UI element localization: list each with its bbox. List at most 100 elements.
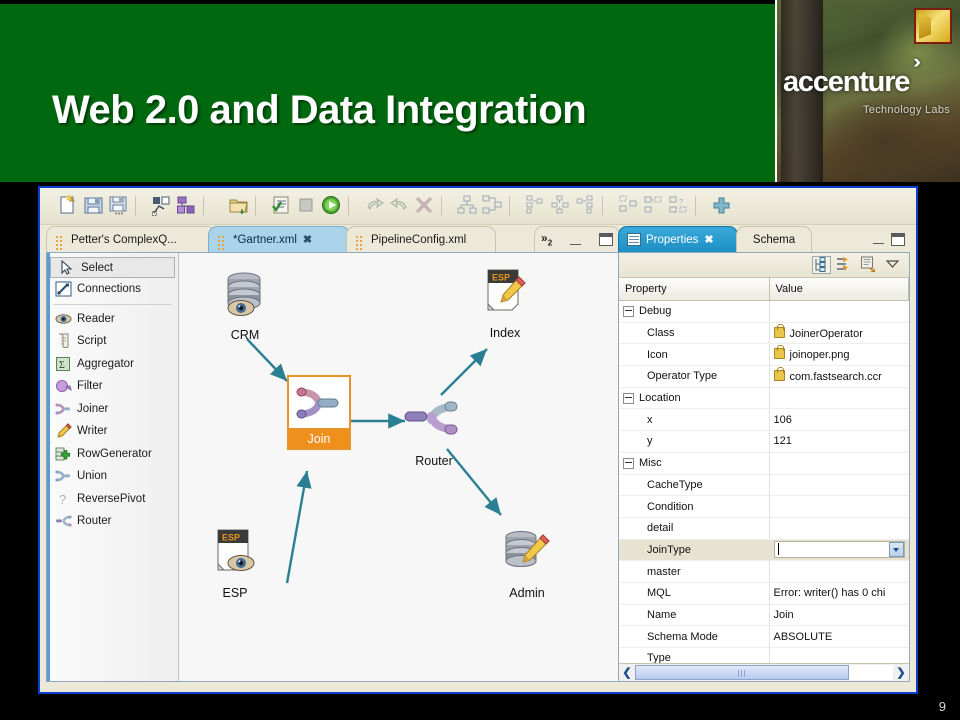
palette-item-rowgenerator[interactable]: RowGenerator (47, 443, 178, 466)
table-row[interactable]: Condition (619, 495, 909, 518)
minimize-icon[interactable] (873, 234, 884, 244)
palette-item-filter[interactable]: Filter (47, 375, 178, 398)
property-value-cell[interactable] (769, 452, 909, 475)
table-row[interactable]: master (619, 560, 909, 583)
diagram-canvas[interactable]: CRM ESP Index Join Router ESP ESP Admin (179, 253, 619, 681)
property-value-cell[interactable]: JoinerOperator (769, 322, 909, 345)
property-value-cell[interactable]: 106 (769, 408, 909, 432)
diagram-node-crm[interactable]: CRM (197, 271, 293, 342)
palette-item-router[interactable]: Router (47, 510, 178, 533)
table-row[interactable]: Name Join (619, 604, 909, 627)
table-row[interactable]: Icon joinoper.png (619, 343, 909, 367)
scroll-left-icon[interactable]: ❮ (619, 665, 635, 680)
table-row[interactable]: MQL Error: writer() has 0 chi (619, 582, 909, 605)
properties-horizontal-scrollbar[interactable]: ❮ ❯ (619, 663, 909, 681)
scrollbar-track[interactable] (635, 665, 893, 680)
view-menu-icon[interactable] (884, 256, 903, 274)
property-name-cell: Condition (619, 495, 770, 518)
palette-item-connections[interactable]: Connections (47, 278, 178, 301)
diagram-node-admin[interactable]: Admin (479, 527, 575, 600)
palette-item-reversepivot[interactable]: ? ReversePivot (47, 488, 178, 511)
diagram-node-router[interactable]: Router (391, 393, 477, 468)
diagram-node-join[interactable]: Join (287, 375, 351, 450)
property-value-cell[interactable] (769, 517, 909, 540)
minimize-icon[interactable] (570, 235, 582, 245)
collapse-twisty-icon[interactable] (623, 305, 634, 317)
property-value-cell[interactable]: com.fastsearch.ccr (769, 365, 909, 388)
table-row[interactable]: y 121 (619, 430, 909, 453)
save-all-icon[interactable] (106, 194, 131, 218)
palette-item-writer[interactable]: Writer (47, 420, 178, 443)
editor-tab-label: PipelineConfig.xml (371, 233, 467, 246)
editor-tab-gartner-xml[interactable]: *Gartner.xml ✖ (208, 226, 350, 254)
palette-item-select[interactable]: Select (50, 257, 175, 278)
table-row[interactable]: Location (619, 387, 909, 410)
table-row[interactable]: Debug (619, 300, 909, 323)
table-row[interactable]: Schema Mode ABSOLUTE (619, 625, 909, 648)
palette-item-script[interactable]: Script (47, 330, 178, 353)
editor-tab-pipelineconfig-xml[interactable]: PipelineConfig.xml (346, 226, 496, 254)
column-header-property[interactable]: Property (619, 278, 770, 301)
collapse-twisty-icon[interactable] (623, 392, 634, 404)
show-advanced-icon[interactable] (836, 256, 855, 274)
table-row[interactable]: Class JoinerOperator (619, 322, 909, 345)
validate-icon[interactable] (269, 194, 294, 218)
scrollbar-thumb[interactable] (635, 665, 850, 680)
palette-item-union[interactable]: Union (47, 465, 178, 488)
property-name-cell: Class (619, 322, 770, 345)
restore-defaults-icon[interactable] (860, 256, 879, 274)
tab-properties[interactable]: Properties ✖ (618, 226, 738, 252)
close-icon[interactable]: ✖ (303, 233, 312, 246)
property-value-cell[interactable]: 121 (769, 430, 909, 453)
router-split-icon (391, 393, 477, 452)
show-categories-icon[interactable] (812, 256, 831, 274)
chevron-down-icon[interactable] (888, 542, 904, 558)
column-header-value[interactable]: Value (769, 278, 909, 301)
table-row[interactable]: detail (619, 517, 909, 540)
table-row[interactable]: CacheType (619, 474, 909, 497)
editor-tab-petters-complexq[interactable]: Petter's ComplexQ... (46, 226, 216, 254)
scroll-right-icon[interactable]: ❯ (893, 665, 909, 680)
palette-item-joiner[interactable]: Joiner (47, 398, 178, 421)
diagram-node-index[interactable]: ESP Index (457, 267, 553, 340)
property-value-cell[interactable]: Error: writer() has 0 chi (769, 582, 909, 605)
toolbar-separator (441, 196, 451, 216)
jointype-editor-cell[interactable] (769, 539, 909, 562)
palette-item-aggregator[interactable]: Σ Aggregator (47, 353, 178, 376)
diagram-node-label: Join (287, 430, 351, 450)
toolbar-separator (509, 196, 519, 216)
open-folder-icon[interactable] (226, 194, 251, 218)
main-toolbar: ? (40, 188, 916, 225)
run-icon[interactable] (319, 194, 344, 218)
tab-schema[interactable]: Schema (736, 226, 812, 252)
toolbar-separator (602, 196, 612, 216)
property-value-cell[interactable]: ABSOLUTE (769, 625, 909, 648)
jointype-input[interactable] (775, 543, 779, 556)
accenture-brand-photo: › accenture Technology Labs (775, 0, 960, 182)
layout-icon[interactable] (174, 194, 199, 218)
property-value-cell[interactable]: joinoper.png (769, 343, 909, 367)
maximize-icon[interactable] (598, 233, 613, 246)
save-icon[interactable] (81, 194, 106, 218)
table-row[interactable]: Operator Type com.fastsearch.ccr (619, 365, 909, 388)
select-tool-icon[interactable] (149, 194, 174, 218)
table-row-selected[interactable]: JoinType (619, 539, 909, 562)
diagram-node-esp[interactable]: ESP ESP (187, 527, 283, 600)
palette-item-reader[interactable]: Reader (47, 308, 178, 331)
property-value-cell[interactable] (769, 560, 909, 583)
add-node-icon[interactable] (709, 194, 734, 218)
table-row[interactable]: x 106 (619, 408, 909, 432)
property-value-cell[interactable] (769, 474, 909, 497)
stop-icon[interactable] (294, 194, 319, 218)
maximize-icon[interactable] (891, 232, 905, 246)
new-file-icon[interactable] (56, 194, 81, 218)
collapse-twisty-icon[interactable] (623, 457, 634, 469)
property-value-cell[interactable] (769, 495, 909, 518)
table-row[interactable]: Misc (619, 452, 909, 475)
close-icon[interactable]: ✖ (704, 233, 713, 246)
property-value-cell[interactable]: Join (769, 604, 909, 627)
property-value-cell[interactable] (769, 300, 909, 323)
property-value-cell[interactable] (769, 387, 909, 410)
palette-item-label: Writer (77, 425, 108, 438)
tab-overflow-chevron-icon[interactable]: »2 (541, 231, 552, 247)
